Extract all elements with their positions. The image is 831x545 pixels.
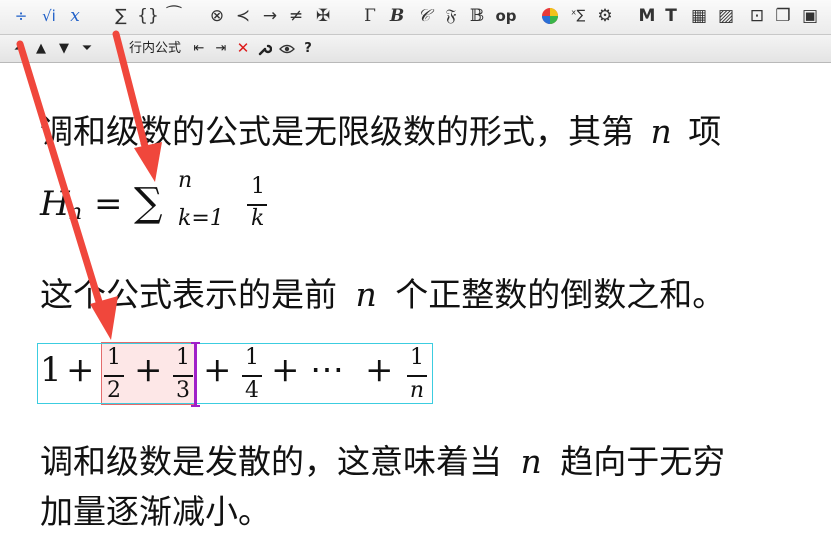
- paragraph-text: 调和级数是发散的，这意味着当: [40, 442, 502, 481]
- expr-plus: +: [66, 350, 95, 390]
- fraction-numerator: 1: [245, 345, 259, 370]
- math-variable-n[interactable]: n: [521, 442, 542, 481]
- fraktur-tool-icon[interactable]: 𝔉: [440, 4, 462, 28]
- blackboard-tool-icon[interactable]: 𝔹: [466, 4, 488, 28]
- image-tool-icon[interactable]: ▨: [715, 4, 737, 28]
- greek-tool-icon[interactable]: Γ: [359, 4, 381, 28]
- formula-subscript-n: n: [68, 200, 83, 225]
- neq-tool-icon[interactable]: ≠: [285, 4, 307, 28]
- math-toolbar-primary: ÷ √i x ∑ {} ⁀ ⊗ ≺ → ≠ ✠ Γ B 𝒞 𝔉 𝔹 op ˣ∑ …: [0, 0, 831, 35]
- formula-upper-limit: n: [178, 168, 193, 193]
- harmonic-formula[interactable]: H n = ∑ n k=1 1 k: [38, 166, 298, 236]
- expr-plus: +: [134, 350, 163, 390]
- fraction-denominator: 4: [245, 378, 259, 403]
- fraction-numerator: 1: [107, 345, 121, 370]
- color-tool-icon[interactable]: [539, 4, 561, 28]
- mathml-tool-icon[interactable]: M: [636, 4, 658, 28]
- fraction-numerator: 1: [410, 345, 424, 370]
- delete-icon[interactable]: ✕: [235, 38, 251, 59]
- move-bottom-icon[interactable]: ⏷: [78, 38, 96, 59]
- math-variable-n[interactable]: n: [356, 275, 377, 314]
- superscript-tool-icon[interactable]: x: [64, 4, 86, 28]
- move-up-icon[interactable]: ▲: [32, 38, 50, 59]
- paragraph-line-3: 这个公式表示的是前 n 个正整数的倒数之和。: [40, 268, 725, 316]
- paragraph-line-5: 调和级数是发散的，这意味着当 n 趋向于无穷: [40, 435, 725, 483]
- expr-plus: +: [365, 350, 394, 390]
- formula-sum: ∑: [134, 180, 163, 226]
- text-tool-icon[interactable]: T: [660, 4, 682, 28]
- prec-tool-icon[interactable]: ≺: [232, 4, 254, 28]
- paragraph-line-1: 调和级数的公式是无限级数的形式，其第 n 项: [40, 105, 721, 153]
- save-tool-icon[interactable]: ▣: [799, 4, 821, 28]
- expr-ellipsis: ⋯: [310, 350, 344, 390]
- operator-tool-icon[interactable]: op: [492, 4, 520, 28]
- paragraph-text: 加量逐渐减小。: [40, 492, 271, 531]
- math-variable-n[interactable]: n: [651, 112, 672, 151]
- otimes-tool-icon[interactable]: ⊗: [206, 4, 228, 28]
- fraction-tool-icon[interactable]: ÷: [10, 4, 32, 28]
- settings-tool-icon[interactable]: ⚙: [593, 4, 617, 28]
- formula-frac-den: k: [251, 206, 265, 231]
- matrix-tool-icon[interactable]: ▦: [688, 4, 710, 28]
- inline-formula-toggle[interactable]: 行内公式: [125, 38, 185, 59]
- fraction-bar: [407, 375, 427, 377]
- rightarrow-tool-icon[interactable]: →: [259, 4, 281, 28]
- document-canvas[interactable]: 调和级数的公式是无限级数的形式，其第 n 项 H n = ∑ n k=1 1 k…: [0, 63, 831, 545]
- link-tool-icon[interactable]: ⊡: [746, 4, 768, 28]
- radical-tool-icon[interactable]: √i: [36, 4, 62, 28]
- fraction-denominator: 2: [107, 378, 121, 403]
- braces-tool-icon[interactable]: {}: [136, 4, 160, 28]
- paragraph-text: 调和级数的公式是无限级数的形式，其第: [40, 112, 634, 151]
- fraction-denominator: 3: [176, 378, 190, 403]
- fraction-numerator: 1: [176, 345, 190, 370]
- move-down-icon[interactable]: ▼: [55, 38, 73, 59]
- paragraph-text: 个正整数的倒数之和。: [395, 275, 726, 314]
- copy-tool-icon[interactable]: ❐: [772, 4, 794, 28]
- sum-limits-tool-icon[interactable]: ˣ∑: [565, 4, 591, 28]
- sum-tool-icon[interactable]: ∑: [110, 4, 132, 28]
- formula-lower-limit: k=1: [178, 206, 224, 231]
- fraction-denominator: n: [409, 378, 425, 403]
- paragraph-text: 趋向于无穷: [560, 442, 726, 481]
- misc-symbol-tool-icon[interactable]: ✠: [312, 4, 334, 28]
- wrench-icon[interactable]: [255, 38, 275, 59]
- help-icon[interactable]: ?: [300, 38, 316, 59]
- fraction-bar: [242, 375, 262, 377]
- script-tool-icon[interactable]: 𝒞: [413, 4, 435, 28]
- paragraph-text-tail: 项: [688, 112, 722, 151]
- formula-equals: =: [94, 184, 123, 224]
- fraction-bar: [173, 375, 193, 377]
- expr-term-one: 1: [40, 350, 62, 390]
- insert-before-icon[interactable]: ⇤: [190, 38, 208, 59]
- bold-tool-icon[interactable]: B: [386, 4, 408, 28]
- expr-plus: +: [271, 350, 300, 390]
- formula-H: H: [40, 184, 70, 224]
- paragraph-text: 这个公式表示的是前: [40, 275, 337, 314]
- math-toolbar-secondary: ⏶ ▲ ▼ ⏷ 行内公式 ⇤ ⇥ ✕ ?: [0, 35, 831, 63]
- fraction-bar: [104, 375, 124, 377]
- paragraph-line-6: 加量逐渐减小。: [40, 485, 271, 533]
- formula-frac-num: 1: [251, 174, 265, 199]
- text-cursor-caret: [191, 342, 200, 407]
- preview-eye-icon[interactable]: [277, 38, 297, 59]
- expr-plus: +: [203, 350, 232, 390]
- insert-after-icon[interactable]: ⇥: [212, 38, 230, 59]
- move-top-icon[interactable]: ⏶: [10, 38, 28, 59]
- accent-tool-icon[interactable]: ⁀: [163, 4, 185, 28]
